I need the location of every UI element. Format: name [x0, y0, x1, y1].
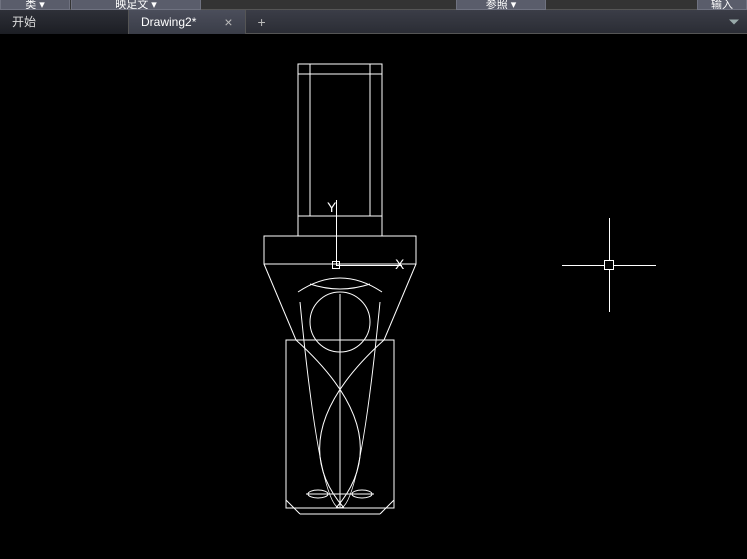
dropdown-caret-icon: ▾	[151, 3, 157, 7]
tab-label: 开始	[12, 13, 36, 30]
tab-nav-caret-icon[interactable]	[729, 19, 739, 24]
cad-drawing	[0, 34, 747, 559]
menu-label: 输入	[711, 3, 733, 7]
menu-item-4[interactable]: 输入	[697, 0, 747, 10]
crosshair-pickbox	[604, 260, 614, 270]
menu-label: 类	[25, 3, 36, 7]
tab-bar: 开始 Drawing2* × +	[0, 10, 747, 34]
plus-icon: +	[257, 14, 265, 30]
tab-start[interactable]: 开始	[0, 10, 128, 34]
ucs-x-axis	[336, 265, 402, 266]
menu-item-3[interactable]: 参照 ▾	[456, 0, 546, 10]
ucs-origin-box	[332, 261, 340, 269]
drawing-canvas[interactable]: Y X	[0, 34, 747, 559]
add-tab-icon[interactable]: +	[252, 13, 272, 31]
tab-drawing-active[interactable]: Drawing2* ×	[128, 10, 246, 34]
dropdown-caret-icon: ▾	[511, 3, 517, 7]
menu-item-1[interactable]: 类 ▾	[0, 0, 70, 10]
dropdown-caret-icon: ▾	[39, 3, 45, 7]
close-icon[interactable]: ×	[224, 15, 232, 29]
menu-bar: 类 ▾ 映足文 ▾ 参照 ▾ 输入	[0, 0, 747, 10]
ucs-y-label: Y	[327, 199, 336, 215]
menu-item-2[interactable]: 映足文 ▾	[71, 0, 201, 10]
ucs-x-label: X	[395, 256, 404, 272]
menu-label: 映足文	[115, 3, 148, 7]
menu-label: 参照	[486, 3, 508, 7]
tab-label: Drawing2*	[141, 15, 196, 29]
